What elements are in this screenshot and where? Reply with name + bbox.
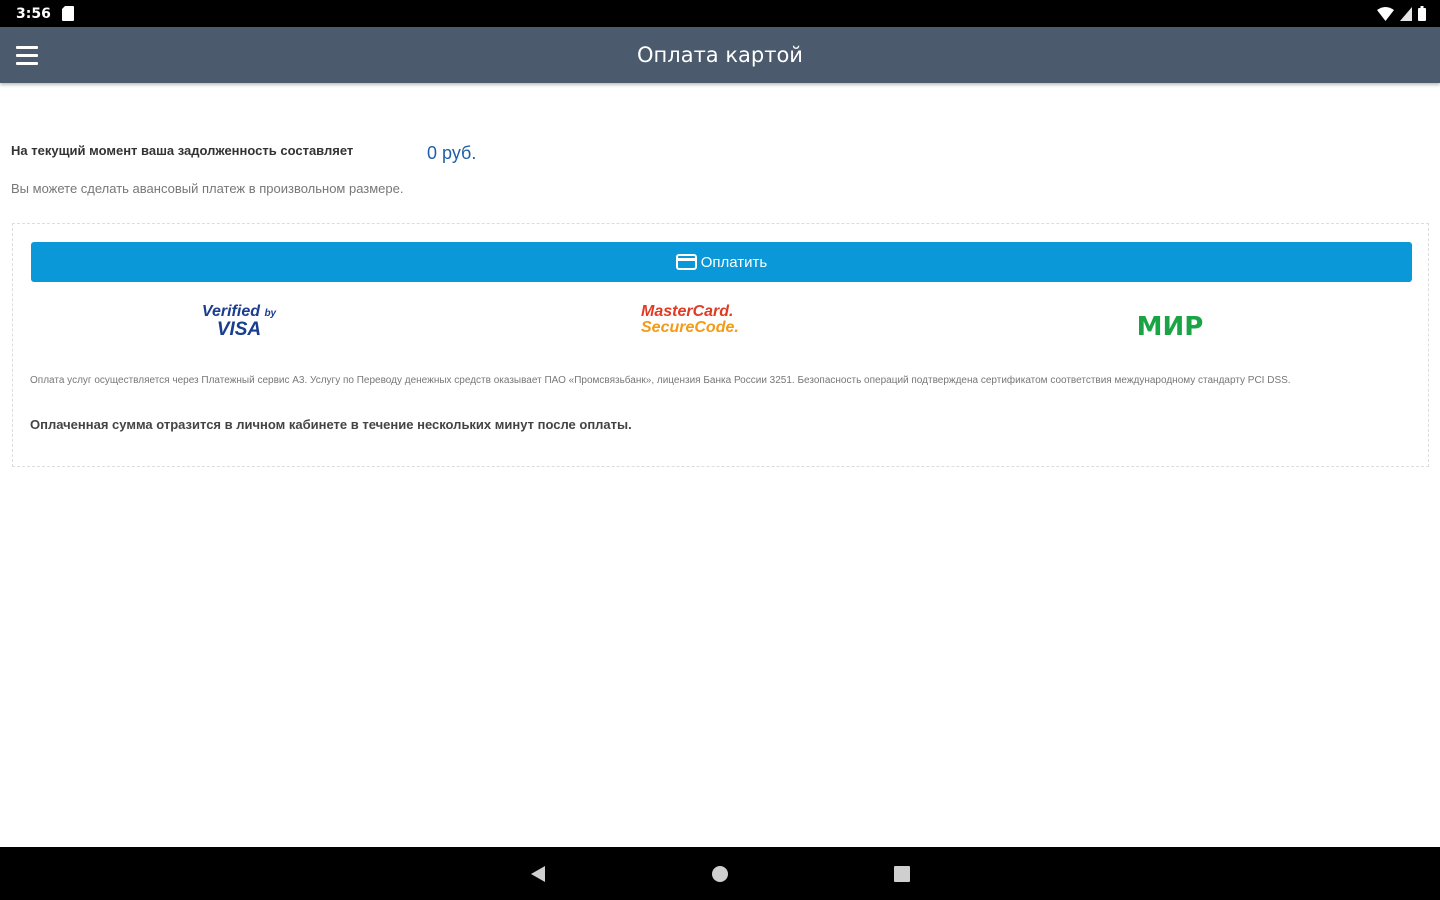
battery-icon [1418, 6, 1426, 21]
payment-logos: Verified by VISA MasterCard. SecureCode.… [13, 304, 1428, 354]
debt-amount: 0 руб. [427, 143, 477, 163]
debt-label: На текущий момент ваша задолженность сос… [11, 143, 354, 158]
legal-disclaimer: Оплата услуг осуществляется через Платеж… [30, 375, 1291, 386]
mastercard-securecode-logo: MasterCard. SecureCode. [641, 303, 739, 336]
mir-logo: МИР [1136, 312, 1204, 342]
verified-by-visa-logo: Verified by VISA [201, 303, 277, 340]
pay-button-label: Оплатить [700, 253, 768, 271]
payment-notice: Оплаченная сумма отразится в личном каби… [30, 417, 632, 432]
status-time: 3:56 [16, 6, 51, 22]
page-title: Оплата картой [637, 43, 803, 67]
app-bar: Оплата картой [0, 27, 1440, 83]
payment-panel: Оплатить Verified by VISA MasterCard. Se… [12, 223, 1429, 467]
signal-icon [1400, 6, 1412, 21]
recent-apps-icon[interactable] [891, 863, 913, 885]
credit-card-icon [675, 254, 697, 270]
advance-payment-hint: Вы можете сделать авансовый платеж в про… [11, 181, 404, 196]
wifi-icon [1377, 6, 1394, 21]
status-bar: 3:56 [0, 0, 1440, 27]
sd-card-icon [62, 6, 74, 21]
status-icons [1377, 6, 1426, 21]
pay-button[interactable]: Оплатить [31, 242, 1412, 282]
navigation-bar [0, 847, 1440, 900]
back-icon[interactable] [528, 863, 550, 885]
home-icon[interactable] [709, 863, 731, 885]
